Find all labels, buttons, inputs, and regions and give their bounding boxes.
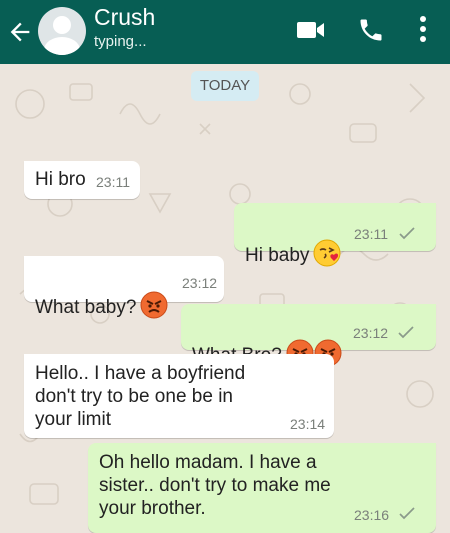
message-text: Hello.. I have a boyfriend don't try to … <box>35 363 246 430</box>
more-options-icon[interactable] <box>418 14 428 44</box>
angry-face-icon <box>140 291 168 319</box>
video-call-icon[interactable] <box>296 18 326 42</box>
message-outgoing[interactable]: What Bro? 23:12 <box>181 304 436 367</box>
message-text-content: What baby? <box>35 297 137 318</box>
avatar[interactable] <box>38 7 86 55</box>
chat-header: Crush typing... <box>0 0 450 64</box>
message-text: What baby? <box>35 268 168 319</box>
back-arrow-icon[interactable] <box>6 18 34 46</box>
face-blowing-kiss-icon <box>313 239 341 267</box>
message-time: 23:16 <box>354 507 390 523</box>
message-text: Hi bro <box>35 169 86 190</box>
voice-call-icon[interactable] <box>357 16 385 44</box>
message-time: 23:11 <box>96 174 130 190</box>
date-chip: TODAY <box>191 71 259 101</box>
message-time: 23:14 <box>290 416 326 432</box>
contact-name[interactable]: Crush <box>94 4 155 31</box>
sent-check-icon <box>398 326 414 339</box>
sent-check-icon <box>399 507 415 520</box>
typing-status: typing... <box>94 33 147 50</box>
message-text: Hi baby <box>245 216 341 267</box>
message-incoming[interactable]: What baby? 23:12 <box>24 256 224 319</box>
message-text: Oh hello madam. I have a sister.. don't … <box>99 452 331 519</box>
message-incoming[interactable]: Hello.. I have a boyfriend don't try to … <box>24 354 334 438</box>
message-text-content: Hi baby <box>245 245 310 266</box>
message-time: 23:12 <box>353 325 389 341</box>
sent-check-icon <box>399 227 415 240</box>
message-time: 23:12 <box>182 275 218 291</box>
message-incoming[interactable]: Hi bro 23:11 <box>24 161 140 199</box>
message-outgoing[interactable]: Hi baby 23:11 <box>234 203 436 267</box>
message-time: 23:11 <box>354 226 388 242</box>
message-outgoing[interactable]: Oh hello madam. I have a sister.. don't … <box>88 443 436 533</box>
